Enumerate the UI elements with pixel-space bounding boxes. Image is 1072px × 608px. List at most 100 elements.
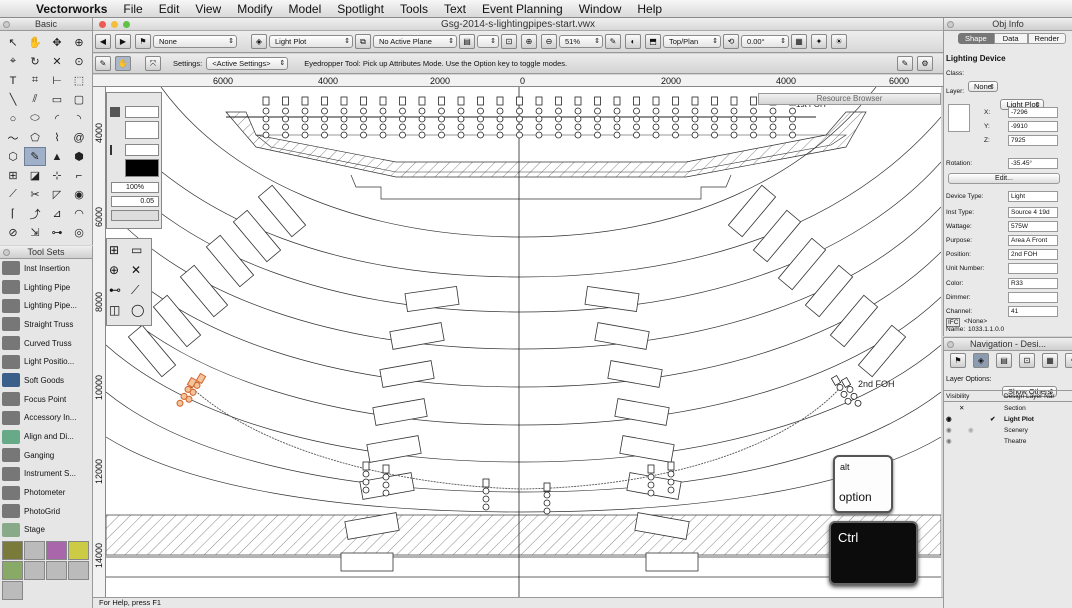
selection-tool-icon[interactable]: ↖ [2,33,24,52]
foh-instrument[interactable] [594,96,601,139]
forward-arrow-icon[interactable]: ▶ [115,34,131,49]
spotlight-toolset-tab-icon[interactable] [2,541,23,561]
snap-object-icon[interactable]: ▭ [131,243,142,257]
regular-polygon-tool-icon[interactable]: ⬡ [2,147,24,166]
wall-tool-icon[interactable]: ⌈ [2,204,24,223]
close-icon[interactable] [3,249,10,256]
visible-eye-icon[interactable]: ◉ [946,426,952,434]
foh-instrument[interactable] [438,96,445,139]
references-tab-icon[interactable]: ⤷ [1065,353,1072,368]
paint-tool-icon[interactable]: ▲ [46,147,68,166]
menu-text[interactable]: Text [436,2,474,16]
quarter-arc-tool-icon[interactable]: ◝ [68,109,90,128]
wattage-field[interactable]: 575W [1008,221,1058,232]
pen-style-popup[interactable] [125,144,159,156]
foh-instrument[interactable] [672,96,679,139]
fill-style-popup[interactable] [125,106,159,118]
unit-number-field[interactable] [1008,263,1058,274]
circle-tool-icon[interactable]: ○ [2,109,24,128]
line-tool-icon[interactable]: ╲ [2,90,24,109]
line-weight-field[interactable]: 0.05 [111,196,159,207]
visible-eye-icon[interactable]: ◉ [946,415,952,423]
tool-ganging[interactable]: Ganging [0,446,92,465]
tool-focus-point[interactable]: Focus Point [0,390,92,409]
text-tool-icon[interactable]: T [2,71,24,90]
foh-instrument[interactable] [457,96,465,139]
stair-tool-icon[interactable]: ⤴ [24,204,46,223]
foh-instrument[interactable] [262,96,270,139]
snap-tangent-icon[interactable]: ⟋ [131,283,139,298]
visible-eye-icon[interactable]: ◉ [946,437,952,445]
dimmer-field[interactable] [1008,292,1058,303]
lighting-icon[interactable]: ☀ [831,34,847,49]
tool-lighting-pipe[interactable]: Lighting Pipe [0,278,92,297]
opacity-field[interactable]: 100% [111,182,159,193]
snap-smart-points-icon[interactable]: ◯ [131,303,144,317]
tool-photometer[interactable]: Photometer [0,483,92,502]
class-popup[interactable]: None [968,81,998,92]
preferences-gear-icon[interactable]: ⚙ [917,56,933,71]
foh-instrument[interactable] [574,96,582,139]
rounded-rect-tool-icon[interactable]: ▢ [68,90,90,109]
rectangle-tool-icon[interactable]: ▭ [46,90,68,109]
arrowhead-popup[interactable] [111,210,159,221]
foh-instrument[interactable] [613,96,621,139]
snap-smart-edge-icon[interactable]: ◫ [109,303,120,317]
name-value[interactable]: 1033.1.1.0.0 [968,326,1004,333]
class-icon[interactable]: ⚑ [135,34,151,49]
foh-instrument[interactable] [750,96,757,139]
tool-align-and-distribute[interactable]: Align and Di... [0,427,92,446]
settings-popup[interactable]: <Active Settings> [206,57,289,70]
tool-stage[interactable]: Stage [0,521,92,540]
purpose-field[interactable]: Area A Front [1008,235,1058,246]
menu-event-planning[interactable]: Event Planning [474,2,571,16]
polyline-tool-icon[interactable]: ⌇ [46,128,68,147]
viewports-tab-icon[interactable]: ▦ [1042,353,1058,368]
active-layer-popup[interactable]: Light Plot [269,35,353,48]
position-grid-icon[interactable] [948,104,970,132]
arc-tool-icon[interactable]: ◜ [46,109,68,128]
attribute-mapping-tool-icon[interactable]: ⬚ [68,71,90,90]
foh-instrument[interactable] [340,96,348,139]
back-arrow-icon[interactable]: ◀ [95,34,111,49]
resource-browser-title[interactable]: Resource Browser [758,93,941,105]
split-tool-icon[interactable]: ◪ [24,166,46,185]
selected-lighting-device[interactable] [176,372,207,408]
menu-file[interactable]: File [115,2,150,16]
fit-to-window-icon[interactable]: ⊡ [501,34,517,49]
connect-tool-icon[interactable]: ⊹ [46,166,68,185]
reference-tool-icon[interactable]: ⇲ [24,223,46,242]
inst-type-field[interactable]: Source 4 19d [1008,207,1058,218]
foh-instrument[interactable] [652,96,660,139]
menu-view[interactable]: View [187,2,229,16]
classes-tab-icon[interactable]: ⚑ [950,353,966,368]
close-icon[interactable] [947,21,954,28]
active-class-popup[interactable]: None [153,35,237,48]
zoom-field[interactable]: 51% [559,35,603,48]
unit-tool-icon[interactable]: ⊶ [46,223,68,242]
zoom-in-icon[interactable]: ⊕ [521,34,537,49]
tab-render[interactable]: Render [1027,33,1067,44]
tool-accessory-insertion[interactable]: Accessory In... [0,409,92,428]
close-icon[interactable] [947,341,954,348]
z-field[interactable]: 7925 [1008,135,1058,146]
design-layers-tab-icon[interactable]: ◈ [973,353,989,368]
offset-tool-icon[interactable]: ⟋ [2,185,24,204]
menu-modify[interactable]: Modify [229,2,280,16]
foh-instrument[interactable] [711,96,718,139]
grayed-eye-icon[interactable]: ◉ [968,426,974,434]
rotation-field[interactable]: -35.45° [1008,158,1058,169]
layers-visibility-icon[interactable]: ▦ [791,34,807,49]
flyover-tool-icon[interactable]: ✥ [46,33,68,52]
x-field[interactable]: -7296 [1008,107,1058,118]
zoom-tool-icon[interactable]: ⊕ [68,33,90,52]
rotate-plan-icon[interactable]: ⟲ [723,34,739,49]
door-tool-icon[interactable]: ⊿ [46,204,68,223]
menu-help[interactable]: Help [629,2,670,16]
tool-curved-truss[interactable]: Curved Truss [0,334,92,353]
tool-lighting-pipe-ladder[interactable]: Lighting Pipe... [0,296,92,315]
snap-distance-icon[interactable]: ⊷ [109,283,121,297]
3d-modeling-toolset-tab-icon[interactable] [24,561,45,581]
visibility-hidden-icon[interactable]: ✕ [959,404,964,412]
menu-edit[interactable]: Edit [151,2,188,16]
